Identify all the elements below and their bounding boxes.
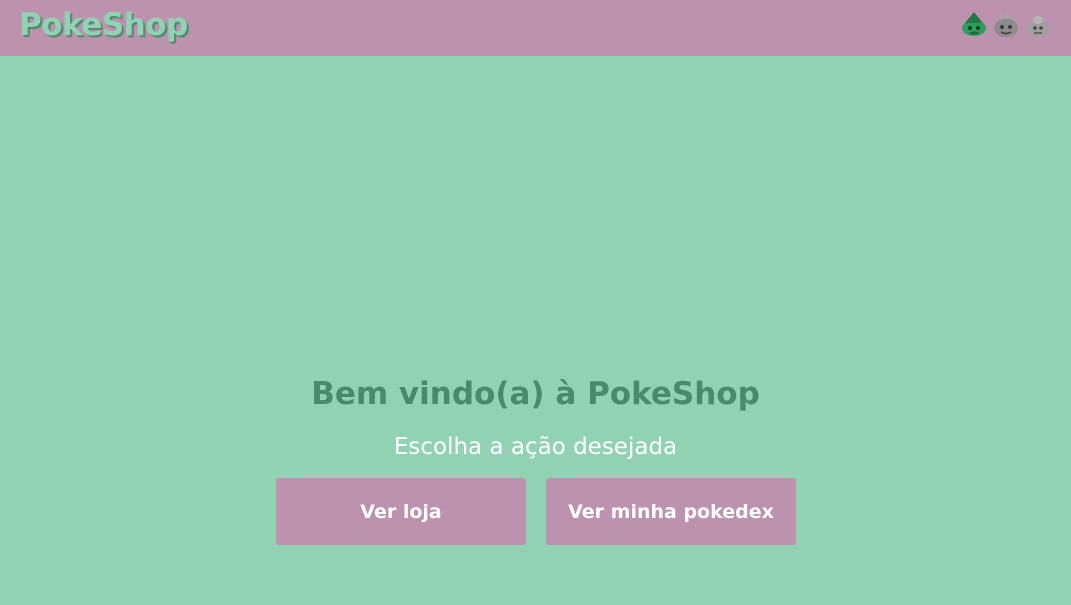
geodude-icon[interactable]: [991, 9, 1021, 39]
welcome-section: Bem vindo(a) à PokeShop Escolha a ação d…: [0, 374, 1071, 462]
brand-logo[interactable]: PokeShop: [19, 8, 188, 42]
onix-icon[interactable]: [1023, 9, 1053, 39]
action-buttons: Ver loja Ver minha pokedex: [276, 478, 796, 545]
bulbasaur-icon[interactable]: [959, 9, 989, 39]
pokemon-icons: [959, 8, 1053, 40]
welcome-subtitle: Escolha a ação desejada: [393, 434, 678, 460]
top-bar: PokeShop: [0, 0, 1071, 56]
view-pokedex-button[interactable]: Ver minha pokedex: [546, 478, 796, 545]
view-shop-button[interactable]: Ver loja: [276, 478, 526, 545]
welcome-title: Bem vindo(a) à PokeShop: [311, 376, 760, 412]
